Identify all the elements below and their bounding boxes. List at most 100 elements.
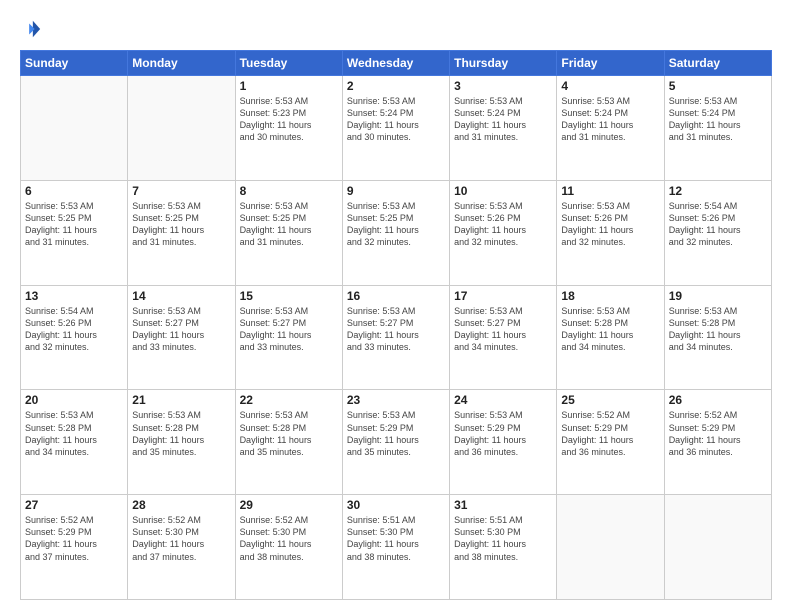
calendar-cell [128, 76, 235, 181]
day-number: 30 [347, 498, 445, 512]
calendar-cell: 8 Sunrise: 5:53 AM Sunset: 5:25 PM Daylig… [235, 180, 342, 285]
day-number: 22 [240, 393, 338, 407]
header [20, 18, 772, 40]
calendar-week-row: 6Sunrise: 5:53 AM Sunset: 5:25 PM Daylig… [21, 180, 772, 285]
day-number: 13 [25, 289, 123, 303]
day-info: Sunrise: 5:53 AM Sunset: 5:26 PM Dayligh… [561, 200, 659, 249]
calendar-cell: 14 Sunrise: 5:53 AM Sunset: 5:27 PM Dayli… [128, 285, 235, 390]
calendar-cell: 21 Sunrise: 5:53 AM Sunset: 5:28 PM Dayli… [128, 390, 235, 495]
day-info: Sunrise: 5:53 AM Sunset: 5:25 PM Dayligh… [347, 200, 445, 249]
calendar-cell: 16Sunrise: 5:53 AM Sunset: 5:27 PM Dayli… [342, 285, 449, 390]
calendar-cell: 27 Sunrise: 5:52 AM Sunset: 5:29 PM Dayli… [21, 495, 128, 600]
day-info: Sunrise: 5:53 AM Sunset: 5:28 PM Dayligh… [669, 305, 767, 354]
calendar-table: SundayMondayTuesdayWednesdayThursdayFrid… [20, 50, 772, 600]
day-info: Sunrise: 5:53 AM Sunset: 5:27 PM Dayligh… [347, 305, 445, 354]
day-info: Sunrise: 5:53 AM Sunset: 5:24 PM Dayligh… [561, 95, 659, 144]
calendar-header-friday: Friday [557, 51, 664, 76]
calendar-cell [557, 495, 664, 600]
calendar-cell: 12 Sunrise: 5:54 AM Sunset: 5:26 PM Dayli… [664, 180, 771, 285]
day-number: 12 [669, 184, 767, 198]
day-info: Sunrise: 5:52 AM Sunset: 5:29 PM Dayligh… [669, 409, 767, 458]
calendar-cell: 29 Sunrise: 5:52 AM Sunset: 5:30 PM Dayli… [235, 495, 342, 600]
day-number: 3 [454, 79, 552, 93]
calendar-cell: 17Sunrise: 5:53 AM Sunset: 5:27 PM Dayli… [450, 285, 557, 390]
calendar-cell: 1Sunrise: 5:53 AM Sunset: 5:23 PM Daylig… [235, 76, 342, 181]
day-info: Sunrise: 5:52 AM Sunset: 5:29 PM Dayligh… [25, 514, 123, 563]
day-info: Sunrise: 5:53 AM Sunset: 5:29 PM Dayligh… [347, 409, 445, 458]
day-number: 1 [240, 79, 338, 93]
day-info: Sunrise: 5:53 AM Sunset: 5:28 PM Dayligh… [25, 409, 123, 458]
day-info: Sunrise: 5:54 AM Sunset: 5:26 PM Dayligh… [669, 200, 767, 249]
day-info: Sunrise: 5:53 AM Sunset: 5:29 PM Dayligh… [454, 409, 552, 458]
day-info: Sunrise: 5:53 AM Sunset: 5:24 PM Dayligh… [454, 95, 552, 144]
calendar-cell: 20 Sunrise: 5:53 AM Sunset: 5:28 PM Dayli… [21, 390, 128, 495]
day-number: 23 [347, 393, 445, 407]
calendar-cell: 31 Sunrise: 5:51 AM Sunset: 5:30 PM Dayli… [450, 495, 557, 600]
day-number: 31 [454, 498, 552, 512]
calendar-cell: 25 Sunrise: 5:52 AM Sunset: 5:29 PM Dayli… [557, 390, 664, 495]
day-number: 24 [454, 393, 552, 407]
calendar-cell: 4 Sunrise: 5:53 AM Sunset: 5:24 PM Daylig… [557, 76, 664, 181]
day-number: 28 [132, 498, 230, 512]
day-number: 21 [132, 393, 230, 407]
day-number: 7 [132, 184, 230, 198]
day-info: Sunrise: 5:53 AM Sunset: 5:27 PM Dayligh… [132, 305, 230, 354]
day-info: Sunrise: 5:53 AM Sunset: 5:24 PM Dayligh… [669, 95, 767, 144]
day-number: 19 [669, 289, 767, 303]
day-number: 8 [240, 184, 338, 198]
calendar-cell: 2 Sunrise: 5:53 AM Sunset: 5:24 PM Daylig… [342, 76, 449, 181]
day-number: 18 [561, 289, 659, 303]
calendar-header-saturday: Saturday [664, 51, 771, 76]
day-info: Sunrise: 5:52 AM Sunset: 5:29 PM Dayligh… [561, 409, 659, 458]
day-info: Sunrise: 5:54 AM Sunset: 5:26 PM Dayligh… [25, 305, 123, 354]
day-number: 9 [347, 184, 445, 198]
calendar-week-row: 13 Sunrise: 5:54 AM Sunset: 5:26 PM Dayli… [21, 285, 772, 390]
day-number: 11 [561, 184, 659, 198]
day-number: 5 [669, 79, 767, 93]
calendar-cell: 5 Sunrise: 5:53 AM Sunset: 5:24 PM Daylig… [664, 76, 771, 181]
page: SundayMondayTuesdayWednesdayThursdayFrid… [0, 0, 792, 612]
day-number: 2 [347, 79, 445, 93]
calendar-cell: 3 Sunrise: 5:53 AM Sunset: 5:24 PM Daylig… [450, 76, 557, 181]
calendar-cell: 26Sunrise: 5:52 AM Sunset: 5:29 PM Dayli… [664, 390, 771, 495]
calendar-cell [664, 495, 771, 600]
calendar-week-row: 27 Sunrise: 5:52 AM Sunset: 5:29 PM Dayli… [21, 495, 772, 600]
logo [20, 18, 46, 40]
calendar-header-wednesday: Wednesday [342, 51, 449, 76]
calendar-cell: 10Sunrise: 5:53 AM Sunset: 5:26 PM Dayli… [450, 180, 557, 285]
day-info: Sunrise: 5:52 AM Sunset: 5:30 PM Dayligh… [240, 514, 338, 563]
calendar-cell: 19 Sunrise: 5:53 AM Sunset: 5:28 PM Dayli… [664, 285, 771, 390]
day-info: Sunrise: 5:51 AM Sunset: 5:30 PM Dayligh… [454, 514, 552, 563]
calendar-cell: 11 Sunrise: 5:53 AM Sunset: 5:26 PM Dayli… [557, 180, 664, 285]
day-info: Sunrise: 5:53 AM Sunset: 5:28 PM Dayligh… [561, 305, 659, 354]
calendar-cell: 30 Sunrise: 5:51 AM Sunset: 5:30 PM Dayli… [342, 495, 449, 600]
calendar-cell: 24 Sunrise: 5:53 AM Sunset: 5:29 PM Dayli… [450, 390, 557, 495]
calendar-cell: 23 Sunrise: 5:53 AM Sunset: 5:29 PM Dayli… [342, 390, 449, 495]
calendar-cell: 22 Sunrise: 5:53 AM Sunset: 5:28 PM Dayli… [235, 390, 342, 495]
logo-icon [20, 18, 42, 40]
day-info: Sunrise: 5:53 AM Sunset: 5:28 PM Dayligh… [132, 409, 230, 458]
day-info: Sunrise: 5:51 AM Sunset: 5:30 PM Dayligh… [347, 514, 445, 563]
day-info: Sunrise: 5:53 AM Sunset: 5:28 PM Dayligh… [240, 409, 338, 458]
day-number: 15 [240, 289, 338, 303]
day-number: 20 [25, 393, 123, 407]
calendar-cell: 9 Sunrise: 5:53 AM Sunset: 5:25 PM Daylig… [342, 180, 449, 285]
calendar-header-row: SundayMondayTuesdayWednesdayThursdayFrid… [21, 51, 772, 76]
day-number: 27 [25, 498, 123, 512]
day-number: 14 [132, 289, 230, 303]
day-number: 29 [240, 498, 338, 512]
calendar-header-sunday: Sunday [21, 51, 128, 76]
day-number: 25 [561, 393, 659, 407]
calendar-cell [21, 76, 128, 181]
day-info: Sunrise: 5:53 AM Sunset: 5:27 PM Dayligh… [454, 305, 552, 354]
calendar-week-row: 1Sunrise: 5:53 AM Sunset: 5:23 PM Daylig… [21, 76, 772, 181]
day-number: 4 [561, 79, 659, 93]
day-info: Sunrise: 5:53 AM Sunset: 5:24 PM Dayligh… [347, 95, 445, 144]
calendar-header-monday: Monday [128, 51, 235, 76]
day-info: Sunrise: 5:53 AM Sunset: 5:25 PM Dayligh… [240, 200, 338, 249]
calendar-cell: 18 Sunrise: 5:53 AM Sunset: 5:28 PM Dayli… [557, 285, 664, 390]
calendar-header-thursday: Thursday [450, 51, 557, 76]
day-info: Sunrise: 5:53 AM Sunset: 5:25 PM Dayligh… [25, 200, 123, 249]
calendar-cell: 13 Sunrise: 5:54 AM Sunset: 5:26 PM Dayli… [21, 285, 128, 390]
day-info: Sunrise: 5:52 AM Sunset: 5:30 PM Dayligh… [132, 514, 230, 563]
